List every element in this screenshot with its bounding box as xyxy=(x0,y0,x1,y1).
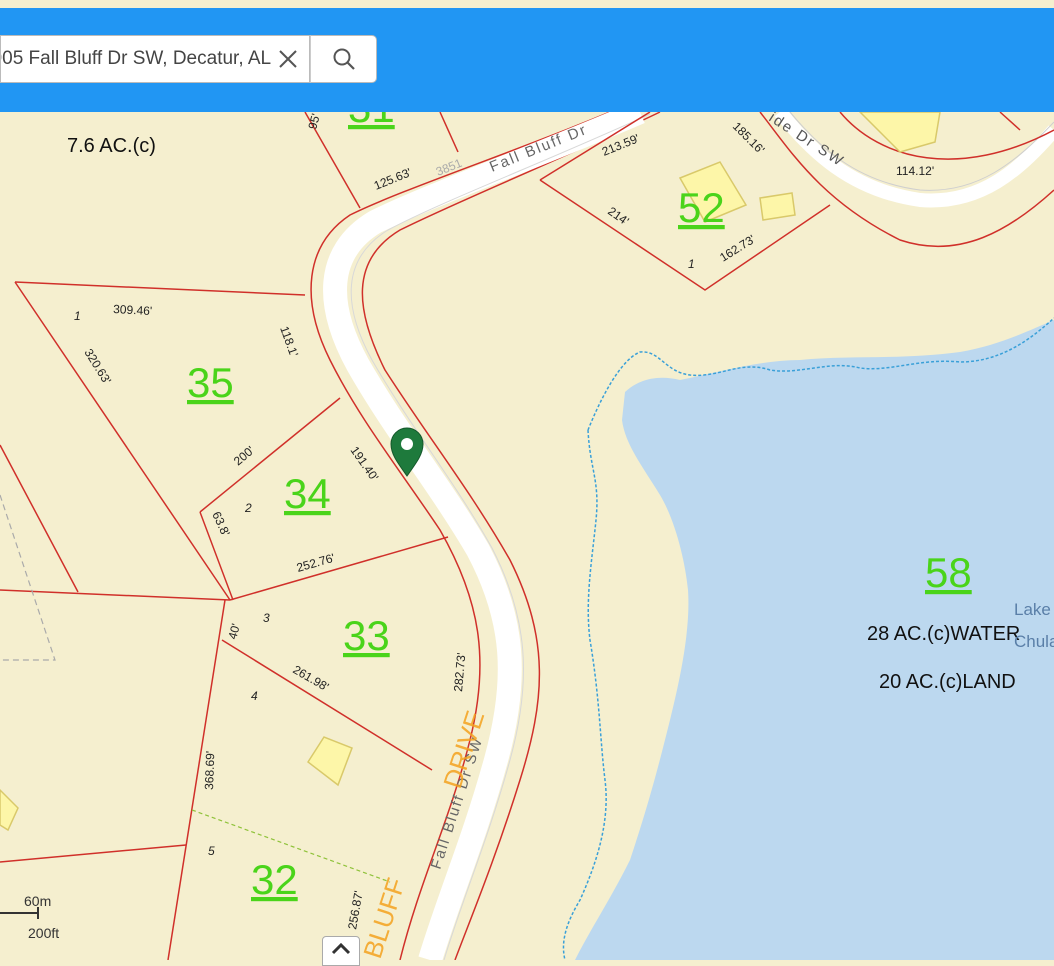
search-button[interactable] xyxy=(310,35,377,83)
search-box xyxy=(0,35,310,83)
parcel-number[interactable]: 58 xyxy=(925,549,972,596)
parcel-number[interactable]: 34 xyxy=(284,470,331,517)
acreage-label: 7.6 AC.(c) xyxy=(67,135,156,157)
chevron-up-icon xyxy=(331,942,351,955)
lot-number: 4 xyxy=(251,689,258,703)
dimension-label: 368.69' xyxy=(202,751,217,790)
search-toolbar xyxy=(0,8,1054,112)
search-icon xyxy=(333,48,355,70)
lot-number: 1 xyxy=(74,309,81,323)
parcel-number[interactable]: 35 xyxy=(187,359,234,406)
parcel-map[interactable]: 35 34 33 32 52 58 31 7.6 AC.(c) 28 AC.(c… xyxy=(0,0,1054,960)
acreage-land-label: 20 AC.(c)LAND xyxy=(879,671,1016,693)
collapse-panel-button[interactable] xyxy=(322,936,360,966)
lot-number: 3 xyxy=(263,611,270,625)
scale-bar: 60m 200ft xyxy=(0,893,80,943)
lake-name-line2: Chulaw xyxy=(1014,632,1054,651)
dimension-label: 309.46' xyxy=(113,302,153,318)
parcel-number[interactable]: 32 xyxy=(251,856,298,903)
lot-number: 1 xyxy=(688,257,695,271)
lot-number: 5 xyxy=(208,844,215,858)
acreage-water-label: 28 AC.(c)WATER xyxy=(867,623,1020,645)
parcel-number[interactable]: 33 xyxy=(343,612,390,659)
close-icon[interactable] xyxy=(275,46,301,72)
lake-name: Lake xyxy=(1014,600,1051,619)
scale-line xyxy=(0,912,38,914)
scale-tick xyxy=(37,907,39,919)
search-input[interactable] xyxy=(1,39,271,79)
lot-number: 2 xyxy=(244,501,252,515)
dimension-label: 114.12' xyxy=(896,164,934,178)
scale-imperial-label: 200ft xyxy=(28,925,60,941)
parcel-number[interactable]: 52 xyxy=(678,184,725,231)
building xyxy=(759,192,796,221)
